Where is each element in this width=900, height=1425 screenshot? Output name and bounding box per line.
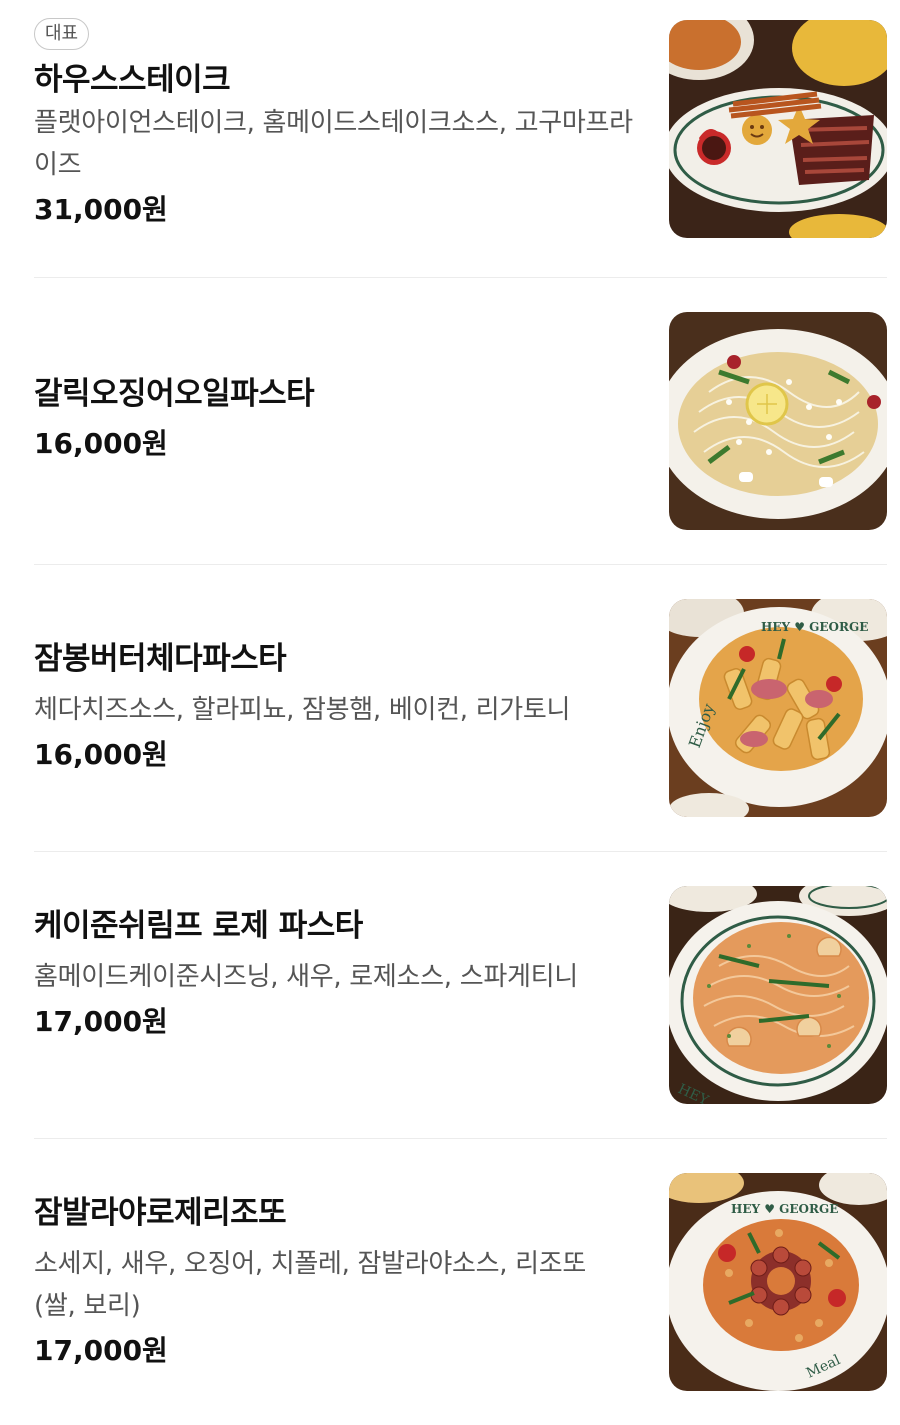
menu-item-name: 잠봉버터체다파스타 [34,641,287,677]
menu-item-name: 갈릭오징어오일파스타 [34,376,315,412]
menu-item-text: 갈릭오징어오일파스타 16,000원 [34,312,634,530]
menu-item-name: 하우스스테이크 [34,62,231,98]
cheddar-rigatoni-photo[interactable]: HEY ♥ GEORGE Enjoy [669,599,887,817]
garlic-squid-pasta-photo[interactable] [669,312,887,530]
divider [34,277,887,278]
menu-item-price: 16,000원 [34,738,168,771]
menu-item-price: 17,000원 [34,1005,168,1038]
menu-item-description: 체다치즈소스, 할라피뇨, 잠봉햄, 베이컨, 리가토니 [34,695,571,725]
steak-photo[interactable] [669,20,887,238]
menu-item[interactable]: 갈릭오징어오일파스타 16,000원 [34,312,887,530]
jambalaya-risotto-photo[interactable]: HEY ♥ GEORGE Meal [669,1173,887,1391]
menu-item-price: 31,000원 [34,193,168,226]
menu-item-description: 홈메이드케이준시즈닝, 새우, 로제소스, 스파게티니 [34,962,578,992]
menu-item-text: 잠발라야로제리조또 소세지, 새우, 오징어, 치폴레, 잠발라야소스, 리조또… [34,1173,634,1391]
divider [34,1138,887,1139]
menu-item[interactable]: 대표 하우스스테이크 플랫아이언스테이크, 홈메이드스테이크소스, 고구마프라이… [34,18,887,238]
menu-item-text: 케이준쉬림프 로제 파스타 홈메이드케이준시즈닝, 새우, 로제소스, 스파게티… [34,886,634,1104]
menu-item[interactable]: 잠봉버터체다파스타 체다치즈소스, 할라피뇨, 잠봉햄, 베이컨, 리가토니 1… [34,599,887,817]
divider [34,564,887,565]
menu-item-name: 케이준쉬림프 로제 파스타 [34,908,363,944]
svg-text:HEY ♥ GEORGE: HEY ♥ GEORGE [731,1202,838,1216]
menu-item-name: 잠발라야로제리조또 [34,1195,287,1231]
menu-item-text: 잠봉버터체다파스타 체다치즈소스, 할라피뇨, 잠봉햄, 베이컨, 리가토니 1… [34,599,634,817]
menu-list: 대표 하우스스테이크 플랫아이언스테이크, 홈메이드스테이크소스, 고구마프라이… [0,0,900,1425]
svg-text:HEY ♥ GEORGE: HEY ♥ GEORGE [761,620,868,634]
signature-badge: 대표 [34,18,90,50]
menu-item-description: 소세지, 새우, 오징어, 치폴레, 잠발라야소스, 리조또 (쌀, 보리) [34,1249,587,1321]
menu-item-text: 대표 하우스스테이크 플랫아이언스테이크, 홈메이드스테이크소스, 고구마프라이… [34,18,634,238]
menu-item-price: 17,000원 [34,1334,168,1367]
menu-item-price: 16,000원 [34,427,168,460]
shrimp-rose-pasta-photo[interactable]: HEY [669,886,887,1104]
divider [34,851,887,852]
menu-item[interactable]: 케이준쉬림프 로제 파스타 홈메이드케이준시즈닝, 새우, 로제소스, 스파게티… [34,886,887,1104]
menu-item[interactable]: 잠발라야로제리조또 소세지, 새우, 오징어, 치폴레, 잠발라야소스, 리조또… [34,1173,887,1391]
menu-item-description: 플랫아이언스테이크, 홈메이드스테이크소스, 고구마프라이즈 [34,108,633,180]
